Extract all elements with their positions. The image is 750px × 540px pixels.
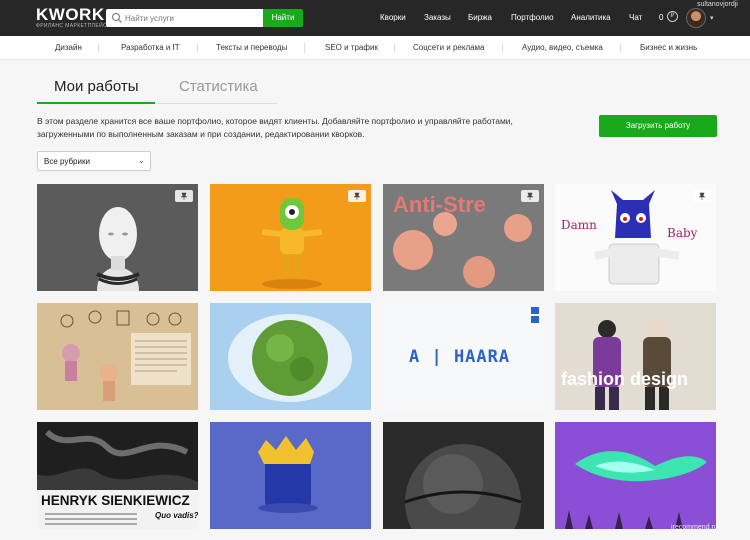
balance-amount[interactable]: 0 xyxy=(659,13,663,22)
portfolio-card-dark-sphere[interactable] xyxy=(383,422,544,529)
portfolio-card-sienkiewicz[interactable]: HENRYK SIENKIEWICZ Quo vadis? xyxy=(37,422,198,529)
portfolio-card-crown-box[interactable] xyxy=(210,422,371,529)
nav-chat[interactable]: Чат xyxy=(629,13,642,22)
tab-underline xyxy=(157,103,277,104)
search-icon xyxy=(111,12,122,23)
category-bar: Дизайн Разработка и IT Тексты и переводы… xyxy=(0,36,750,60)
artwork-3d-head xyxy=(96,207,140,291)
card-title-anti-stress: Anti-Stre xyxy=(393,192,486,217)
portfolio-card-anti-stress[interactable]: Anti-Stre xyxy=(383,184,544,291)
pin-icon xyxy=(526,192,534,200)
category-divider xyxy=(197,43,198,53)
pin-button[interactable] xyxy=(693,190,711,202)
category-divider xyxy=(98,43,99,53)
artwork-planet xyxy=(228,314,352,402)
username-label: sultanovjordji xyxy=(697,1,738,8)
upload-work-button[interactable]: Загрузить работу xyxy=(599,115,717,137)
avatar[interactable] xyxy=(686,8,706,28)
category-divider xyxy=(620,43,621,53)
category-divider xyxy=(394,43,395,53)
pin-icon xyxy=(180,192,188,200)
nav-exchange[interactable]: Биржа xyxy=(468,13,492,22)
portfolio-card-alien-character[interactable] xyxy=(210,184,371,291)
portfolio-card-damn-baby[interactable]: Damn Baby xyxy=(555,184,716,291)
portfolio-card-sketch-bears[interactable] xyxy=(37,303,198,410)
search-box xyxy=(106,9,263,27)
card-title-sienkiewicz: HENRYK SIENKIEWICZ xyxy=(41,493,190,508)
category-social[interactable]: Соцсети и реклама xyxy=(413,43,485,52)
category-design[interactable]: Дизайн xyxy=(55,43,82,52)
search-input[interactable] xyxy=(125,11,259,25)
pin-button[interactable] xyxy=(521,190,539,202)
category-seo[interactable]: SEO и трафик xyxy=(325,43,378,52)
category-divider xyxy=(502,43,503,53)
category-development[interactable]: Разработка и IT xyxy=(121,43,180,52)
chevron-down-icon: ⌄ xyxy=(138,156,145,165)
portfolio-card-haara[interactable]: A | HAARA xyxy=(383,303,544,410)
pin-icon xyxy=(353,192,361,200)
portfolio-card-fashion-design[interactable]: fashion design xyxy=(555,303,716,410)
pin-button[interactable] xyxy=(175,190,193,202)
section-description: В этом разделе хранится все ваше портфол… xyxy=(37,116,513,139)
tab-statistics[interactable]: Статистика xyxy=(179,78,258,95)
kwork-logo[interactable]: KWORK xyxy=(36,6,105,23)
artwork-crown xyxy=(258,436,318,513)
rubric-select[interactable]: Все рубрики ⌄ xyxy=(37,151,151,171)
card-text-damn: Damn xyxy=(561,218,597,232)
artwork-fashion xyxy=(593,320,671,410)
portfolio-card-3d-head[interactable] xyxy=(37,184,198,291)
artwork-sphere xyxy=(404,444,522,529)
card-title-fashion-design: fashion design xyxy=(561,369,689,389)
ruble-icon: ₽ xyxy=(667,11,678,22)
card-title-haara: A | HAARA xyxy=(409,347,511,367)
artwork-sketches xyxy=(60,310,191,401)
artwork-alien xyxy=(261,198,323,289)
pin-icon xyxy=(698,192,706,200)
watermark: irecommend.ru xyxy=(671,524,718,531)
category-divider xyxy=(304,43,305,53)
category-texts[interactable]: Тексты и переводы xyxy=(216,43,287,52)
top-navigation-bar: KWORK ФРИЛАНС МАРКЕТПЛЕЙС Найти Кворки З… xyxy=(0,0,750,36)
tab-my-works[interactable]: Мои работы xyxy=(54,78,139,95)
category-business[interactable]: Бизнес и жизнь xyxy=(640,43,697,52)
chevron-down-icon[interactable]: ▾ xyxy=(710,14,714,22)
pin-button[interactable] xyxy=(348,190,366,202)
rubric-select-value: Все рубрики xyxy=(44,157,90,166)
card-subtitle-quo-vadis: Quo vadis? xyxy=(155,511,198,520)
card-text-baby: Baby xyxy=(667,226,698,240)
portfolio-card-planet[interactable] xyxy=(210,303,371,410)
active-tab-indicator xyxy=(37,102,155,104)
portfolio-card-green-fire[interactable] xyxy=(555,422,716,529)
search-button[interactable]: Найти xyxy=(263,9,303,27)
nav-analytics[interactable]: Аналитика xyxy=(571,13,611,22)
nav-portfolio[interactable]: Портфолио xyxy=(511,13,554,22)
nav-orders[interactable]: Заказы xyxy=(424,13,451,22)
category-audio-video[interactable]: Аудио, видео, съемка xyxy=(522,43,603,52)
artwork-fire xyxy=(565,451,707,529)
logo-subtitle: ФРИЛАНС МАРКЕТПЛЕЙС xyxy=(36,23,108,29)
nav-kworks[interactable]: Кворки xyxy=(380,13,406,22)
